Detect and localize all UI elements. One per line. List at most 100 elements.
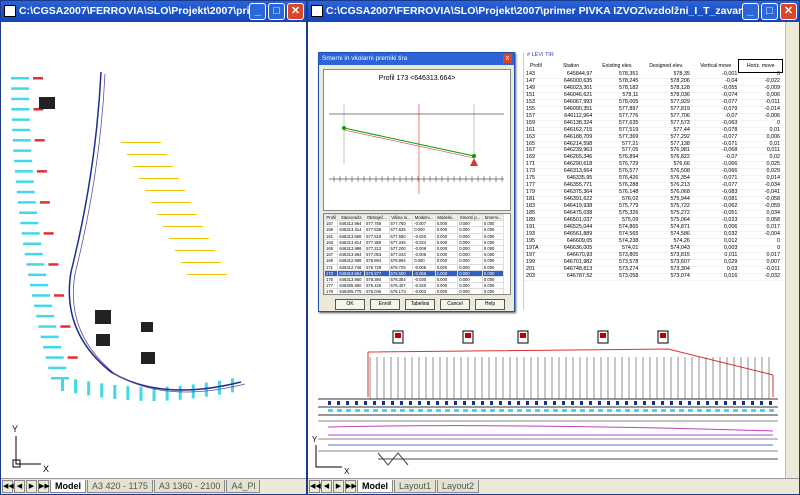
- profile-table[interactable]: Profil Stacionaža Obstoječ... Višina ni... M…: [323, 213, 511, 295]
- sheet-row: 177 646355,771 576,288 576,213 -0,077 -0,034: [524, 182, 782, 191]
- nav-next-button[interactable]: ▶: [333, 480, 344, 493]
- sheet-cell: 646188,709: [547, 134, 595, 142]
- sheet-row: 157 646112,964 577,776 577,706 -0,07 -0,006: [524, 113, 782, 121]
- sheet-row: 149 646023,301 578,182 578,128 -0,055 -0,009: [524, 85, 782, 93]
- sheet-cell: 577,292: [640, 134, 692, 142]
- maximize-button[interactable]: □: [761, 3, 778, 20]
- minimize-button[interactable]: _: [742, 3, 759, 20]
- sheet-row: 175 646335,95 576,426 576,354 -0,071 0,014: [524, 175, 782, 184]
- left-window-titlebar[interactable]: C:\CGSA2007\FERROVIA\SLO\Projekt\2007\pr…: [1, 1, 306, 22]
- dialog-title: Smerni in vkolarni premiki tira: [319, 53, 514, 65]
- sheet-cell: 163: [524, 134, 548, 142]
- nav-prev-button[interactable]: ◀: [321, 480, 332, 493]
- tab-model[interactable]: Model: [50, 480, 86, 493]
- nav-first-button[interactable]: ◀◀: [309, 480, 321, 493]
- dialog-table-cell: 646313.658: [337, 232, 366, 240]
- dialog-column-header[interactable]: Modelni...: [434, 214, 459, 222]
- nav-first-button[interactable]: ◀◀: [2, 480, 14, 493]
- tab-layout2[interactable]: Layout2: [437, 480, 480, 493]
- sheet-cell: 573,074: [640, 273, 692, 281]
- left-drawing-window[interactable]: C:\CGSA2007\FERROVIA\SLO\Projekt\2007\pr…: [0, 0, 307, 495]
- dialog-table-cell: 646313.314: [337, 226, 366, 234]
- right-model-space[interactable]: Y X Smerni in vkolarni premiki tira x Pr…: [308, 22, 799, 479]
- dialog-column-header[interactable]: Smerni...: [481, 214, 505, 222]
- sheet-row: 155 646090,351 577,897 577,819 -0,079 -0,014: [524, 106, 782, 114]
- ok-button[interactable]: OK: [335, 299, 365, 310]
- nav-next-button[interactable]: ▶: [26, 480, 37, 493]
- tab-a3-420[interactable]: A3 420 - 1175: [87, 480, 153, 493]
- nav-last-button[interactable]: ▶▶: [38, 480, 50, 493]
- dialog-table-cell: 0.000: [481, 288, 505, 294]
- ucs-y-label: Y: [312, 435, 318, 444]
- dialog-close-icon[interactable]: x: [503, 54, 512, 63]
- sheet-row: 191 646525,044 574,865 574,871 0,006 0,017: [524, 224, 782, 232]
- dialog-column-header[interactable]: Višina ni...: [388, 214, 414, 222]
- dialog-column-header[interactable]: Stacionaža: [337, 214, 366, 222]
- sheet-row: 159 646138,324 577,635 577,573 -0,063 0: [524, 120, 782, 128]
- nav-prev-button[interactable]: ◀: [14, 480, 25, 493]
- track-move-dialog[interactable]: Smerni in vkolarni premiki tira x Profil…: [318, 52, 515, 312]
- profile-preview: Profil 173 <646313.664>: [323, 69, 511, 211]
- sheet-row: 185 646475,038 575,326 575,272 -0,051 0,034: [524, 210, 782, 219]
- sheet-cell: 0,016: [691, 273, 740, 281]
- dialog-table-cell: 179: [324, 288, 339, 294]
- sheet-cell: 0,006: [739, 134, 782, 142]
- right-layout-tabs: ◀◀ ◀ ▶ ▶▶ Model Layout1 Layout2: [308, 478, 799, 494]
- dialog-table-cell: 576.173: [388, 288, 414, 294]
- sheet-row: 193 646561,889 574,565 574,586 0,032 -0,004: [524, 231, 782, 239]
- section-label: # LEVI TIR: [527, 52, 554, 58]
- profile-label: Profil 173 <646313.664>: [378, 75, 456, 82]
- enroll-button[interactable]: Enroll: [370, 299, 400, 310]
- sheet-row: 161 646162,715 577,519 577,44 -0,078 0,01: [524, 127, 782, 135]
- sheet-row: 173 646313,664 576,577 576,508 -0,066 0,029: [524, 168, 782, 177]
- track-plan-drawing: Y X: [11, 71, 246, 474]
- tabelirai-button[interactable]: Tabelirai: [405, 299, 435, 310]
- cancel-button[interactable]: Cancel: [440, 299, 470, 310]
- sheet-row: 195 646609,05 574,238 574,26 0,012 0: [524, 238, 782, 246]
- profile-cross-section: [329, 104, 504, 194]
- sheet-row: 153 646067,993 578,005 577,929 -0,077 -0,011: [524, 99, 782, 107]
- autocad-document-icon: [4, 5, 16, 17]
- tab-layout1[interactable]: Layout1: [394, 480, 437, 493]
- dialog-table-cell: 646305.775: [337, 288, 366, 294]
- sheet-cell: -0,004: [739, 231, 782, 239]
- dialog-table-cell: 646312.748: [337, 263, 366, 271]
- tab-a3-1360[interactable]: A3 1360 - 2100: [153, 480, 226, 493]
- dialog-column-header[interactable]: Obstoječ...: [364, 214, 390, 222]
- sheet-row: 201 646748,813 573,274 573,304 0,03 -0,011: [524, 266, 782, 274]
- nav-last-button[interactable]: ▶▶: [345, 480, 357, 493]
- sheet-cell: -0,006: [739, 113, 782, 121]
- right-window-title: C:\CGSA2007\FERROVIA\SLO\Projekt\2007\pr…: [326, 5, 747, 17]
- right-window-titlebar[interactable]: C:\CGSA2007\FERROVIA\SLO\Projekt\2007\pr…: [308, 1, 799, 22]
- dialog-table-row[interactable]: 179 646305.775 576.046 576.173 -0.003 0.000 0.…: [324, 288, 505, 294]
- dialog-table-cell: 0.000: [457, 288, 483, 294]
- sheet-row: 167 646239,963 577,05 576,981 -0,068 0,011: [524, 148, 782, 156]
- close-button[interactable]: ✕: [287, 3, 304, 20]
- dialog-column-header[interactable]: Modelni...: [412, 214, 436, 222]
- ucs-x-label: X: [43, 464, 49, 474]
- help-button[interactable]: Help: [475, 299, 505, 310]
- vertical-scrollbar[interactable]: [785, 22, 799, 479]
- sheet-row: 147 646000,635 578,245 578,206 -0,04 -0,022: [524, 78, 782, 86]
- sheet-row: 183 646419,938 575,779 575,722 -0,062 -0,059: [524, 203, 782, 212]
- sheet-cell: 0: [739, 238, 782, 246]
- maximize-button[interactable]: □: [268, 3, 285, 20]
- minimize-button[interactable]: _: [249, 3, 266, 20]
- sheet-row: 163 646188,709 577,369 577,292 -0,077 0,006: [524, 134, 782, 142]
- left-window-title: C:\CGSA2007\FERROVIA\SLO\Projekt\2007\pr…: [19, 5, 254, 17]
- sheet-row: 171 646290,618 576,729 576,66 -0,066 0,025: [524, 161, 782, 170]
- tab-model[interactable]: Model: [357, 480, 393, 493]
- dialog-table-cell: 646312.998: [337, 257, 366, 265]
- sheet-cell: 573,058: [594, 273, 641, 281]
- autocad-document-icon: [311, 5, 323, 17]
- dialog-table-cell: 0.000: [434, 288, 459, 294]
- close-button[interactable]: ✕: [780, 3, 797, 20]
- dialog-column-header[interactable]: Profil: [324, 214, 339, 222]
- left-model-space[interactable]: Y X: [1, 22, 306, 479]
- tab-a4[interactable]: A4_Pl: [226, 480, 261, 493]
- sheet-row: 181 646391,622 576,02 575,944 -0,081 -0,058: [524, 196, 782, 205]
- dialog-column-header[interactable]: Smerni p...: [457, 214, 483, 222]
- sheet-row: 189 646501,037 575,09 575,064 -0,023 0,058: [524, 217, 782, 225]
- right-drawing-window[interactable]: C:\CGSA2007\FERROVIA\SLO\Projekt\2007\pr…: [307, 0, 800, 495]
- sheet-cell: -0,032: [739, 273, 782, 281]
